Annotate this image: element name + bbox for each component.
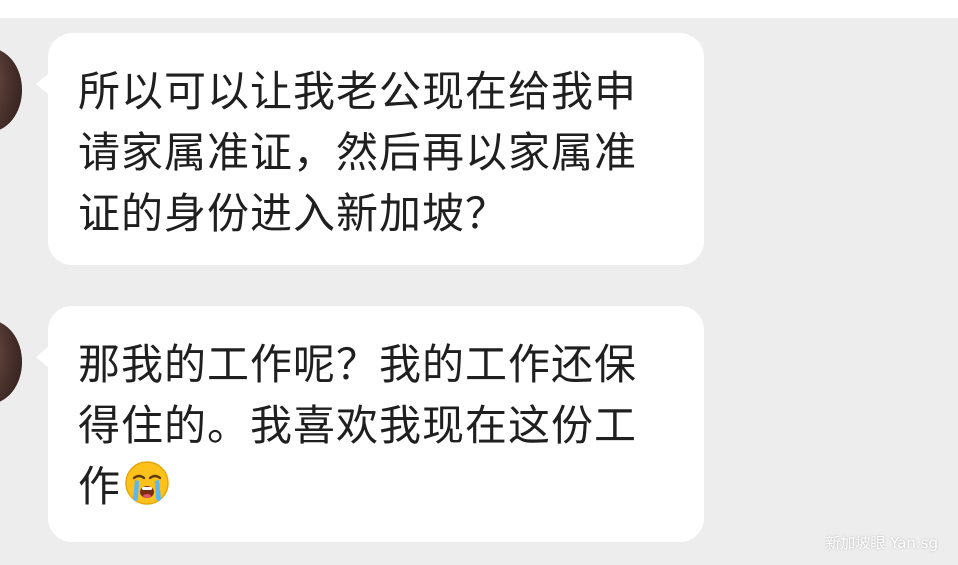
message-text: 那我的工作呢？我的工作还保得住的。我喜欢我现在这份工作	[78, 334, 674, 517]
message-bubble[interactable]: 所以可以让我老公现在给我申请家属准证，然后再以家属准证的身份进入新加坡？	[36, 33, 704, 265]
sender-avatar[interactable]	[0, 320, 22, 404]
message-bubble[interactable]: 那我的工作呢？我的工作还保得住的。我喜欢我现在这份工作	[36, 306, 704, 542]
top-strip	[0, 0, 958, 18]
sender-avatar[interactable]	[0, 48, 22, 132]
watermark: 新加坡眼 Yan.sg	[825, 534, 938, 552]
avatar-shade	[0, 48, 22, 132]
message-text: 所以可以让我老公现在给我申请家属准证，然后再以家属准证的身份进入新加坡？	[78, 67, 638, 238]
avatar-shade	[0, 320, 22, 404]
loudly-crying-face-icon	[125, 461, 169, 505]
